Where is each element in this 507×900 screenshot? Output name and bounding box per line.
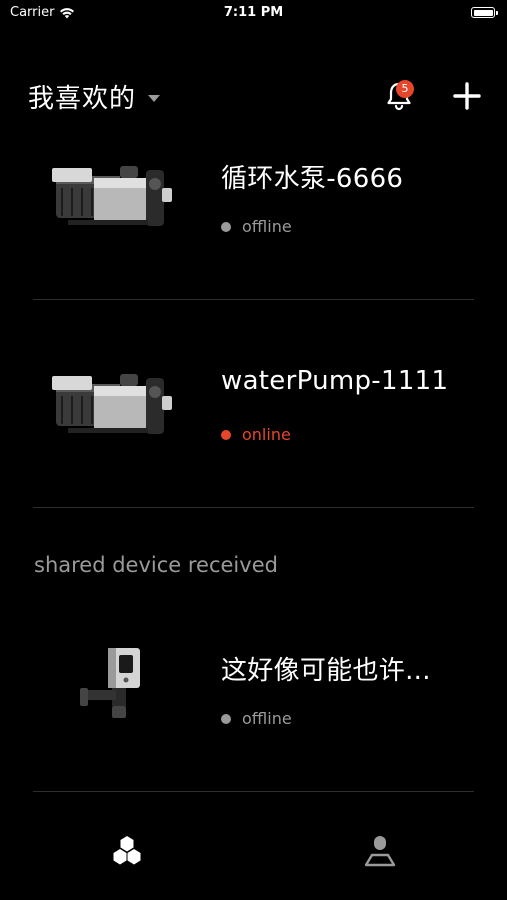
device-card[interactable]: waterPump-1111 online: [0, 300, 507, 508]
status-dot: [221, 221, 231, 232]
divider: [33, 791, 474, 792]
device-card[interactable]: 这好像可能也许... offline: [0, 584, 507, 792]
status-dot: [221, 429, 231, 440]
device-status-label: offline: [242, 709, 292, 728]
devices-icon[interactable]: [107, 830, 147, 870]
pool-pump-icon: [52, 166, 172, 226]
device-status-label: offline: [242, 217, 292, 236]
wall-heat-pump-icon: [80, 648, 140, 718]
tab-bar: [0, 820, 507, 880]
divider: [33, 507, 474, 508]
device-status: online: [221, 425, 291, 444]
pool-pump-icon: [52, 374, 172, 434]
user-icon[interactable]: [360, 830, 400, 870]
device-status-label: online: [242, 425, 291, 444]
device-name: waterPump-1111: [221, 366, 449, 396]
battery-icon: [471, 7, 498, 18]
device-card[interactable]: 循环水泵-6666 offline: [0, 92, 507, 300]
device-name: 循环水泵-6666: [221, 164, 404, 194]
device-status: offline: [221, 709, 292, 728]
status-time: 7:11 PM: [223, 5, 284, 20]
status-dot: [221, 713, 231, 724]
status-bar: Carrier 7:11 PM: [0, 0, 507, 30]
device-name: 这好像可能也许...: [221, 656, 431, 686]
section-header-shared: shared device received: [34, 553, 278, 577]
device-status: offline: [221, 217, 292, 236]
